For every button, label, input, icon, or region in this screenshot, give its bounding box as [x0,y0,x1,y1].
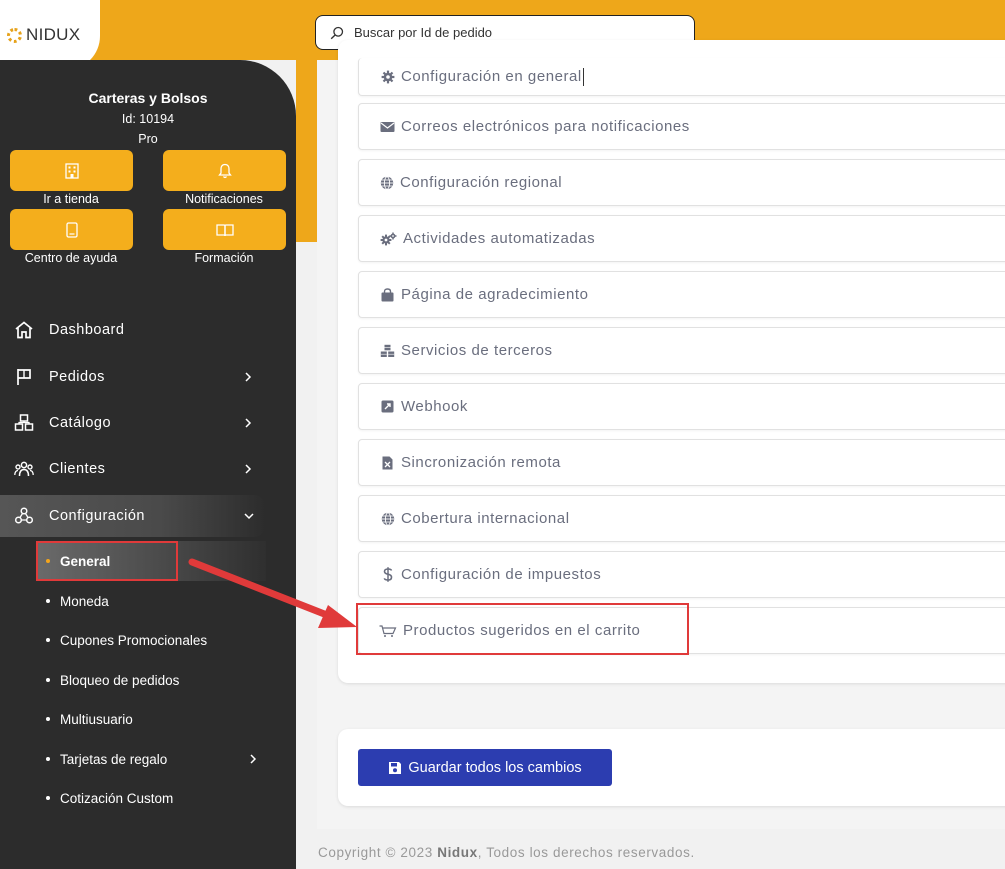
book-icon [215,223,234,236]
submenu-order-blocking-label: Bloqueo de pedidos [60,672,180,688]
annotation-highlight-suggested-products [356,603,689,655]
settings-row-general[interactable]: Configuración en general [358,58,1005,96]
settings-row-general-label: Configuración en general [401,68,582,85]
store-id: Id: 10194 [121,112,175,126]
settings-row-international-coverage-label: Cobertura internacional [401,510,570,527]
submenu-gift-cards-label: Tarjetas de regalo [60,751,168,767]
settings-row-taxes[interactable]: Configuración de impuestos [358,551,1005,598]
boxes-icon [14,414,34,431]
settings-cluster-icon [14,507,34,524]
settings-row-webhook-label: Webhook [401,398,468,415]
nav-configuration-label: Configuración [49,508,145,524]
help-center-label: Centro de ayuda [24,251,118,265]
settings-row-automated-activities-label: Actividades automatizadas [403,230,596,247]
globe-icon [379,175,394,190]
gear-icon [380,69,395,84]
notifications-label: Notificaciones [185,192,263,206]
footer: Copyright © 2023 Nidux, Todos los derech… [318,845,695,860]
submenu-currency[interactable]: Moneda [46,589,109,613]
submenu-coupons-label: Cupones Promocionales [60,632,208,648]
envelope-icon [380,119,395,134]
cubes-icon [380,343,395,358]
settings-row-thank-you-page-label: Página de agradecimiento [401,286,589,303]
settings-row-remote-sync[interactable]: Sincronización remota [358,439,1005,486]
nav-orders-label: Pedidos [49,369,105,385]
settings-row-third-party-services[interactable]: Servicios de terceros [358,327,1005,374]
submenu-order-blocking[interactable]: Bloqueo de pedidos [46,668,179,692]
annotation-highlight-general [36,541,178,581]
globe-icon [380,511,395,526]
submenu-custom-quote[interactable]: Cotización Custom [46,786,173,810]
order-id-search-input[interactable] [354,25,674,40]
nav-dashboard[interactable]: Dashboard [0,309,266,351]
training-button[interactable] [163,209,286,250]
users-icon [14,461,34,477]
nav-dashboard-label: Dashboard [49,322,125,338]
nav-catalog[interactable]: Catálogo [0,402,266,444]
settings-row-thank-you-page[interactable]: Página de agradecimiento [358,271,1005,318]
bullet-dot [46,717,50,721]
submenu-currency-label: Moneda [60,593,109,609]
chevron-right-icon [245,464,252,474]
settings-row-international-coverage[interactable]: Cobertura internacional [358,495,1005,542]
settings-row-webhook[interactable]: Webhook [358,383,1005,430]
store-icon [64,162,79,179]
submenu-gift-cards[interactable]: Tarjetas de regalo [46,747,266,771]
help-center-button[interactable] [10,209,133,250]
tablet-icon [65,221,78,238]
notifications-button[interactable] [163,150,286,191]
submenu-coupons[interactable]: Cupones Promocionales [46,628,207,652]
store-name: Carteras y Bolsos [88,90,208,106]
save-all-changes-button[interactable]: Guardar todos los cambios [358,749,612,786]
nav-customers-label: Clientes [49,461,106,477]
search-icon [330,26,344,39]
external-link-icon [380,399,395,414]
submenu-multiuser[interactable]: Multiusuario [46,707,133,731]
store-plan: Pro [138,132,158,146]
chevron-down-icon [244,513,254,520]
nidux-logo-icon [7,27,22,43]
chevron-right-icon [250,754,257,764]
settings-row-remote-sync-label: Sincronización remota [401,454,561,471]
bullet-dot [46,757,50,761]
settings-row-email-notifications-label: Correos electrónicos para notificaciones [401,118,690,135]
chevron-right-icon [245,372,252,382]
flag-icon [17,369,31,385]
go-to-store-button[interactable] [10,150,133,191]
bullet-dot [46,796,50,800]
excel-file-icon [380,455,395,470]
shopping-bag-icon [380,287,395,302]
gears-icon [380,231,397,246]
settings-row-automated-activities[interactable]: Actividades automatizadas [358,215,1005,262]
submenu-multiuser-label: Multiusuario [60,711,133,727]
floppy-disk-icon [389,761,402,774]
chevron-right-icon [245,418,252,428]
training-label: Formación [194,251,254,265]
go-to-store-label: Ir a tienda [43,192,99,206]
submenu-custom-quote-label: Cotización Custom [60,790,174,806]
settings-row-email-notifications[interactable]: Correos electrónicos para notificaciones [358,103,1005,150]
nav-configuration[interactable]: Configuración [0,495,266,537]
nav-customers[interactable]: Clientes [0,448,266,490]
settings-row-regional-label: Configuración regional [400,174,563,191]
bullet-dot [46,599,50,603]
brand-name: NIDUX [26,25,81,44]
dollar-icon [380,567,395,582]
bullet-dot [46,678,50,682]
bell-icon [217,163,232,178]
settings-row-third-party-services-label: Servicios de terceros [401,342,553,359]
nav-catalog-label: Catálogo [49,415,112,431]
footer-suffix: , Todos los derechos reservados. [477,845,695,860]
nav-orders[interactable]: Pedidos [0,356,266,398]
settings-row-regional[interactable]: Configuración regional [358,159,1005,206]
footer-prefix: Copyright © 2023 [318,845,438,860]
bullet-dot [46,638,50,642]
text-cursor [582,67,584,86]
home-icon [15,321,33,339]
settings-row-taxes-label: Configuración de impuestos [401,566,602,583]
save-all-changes-label: Guardar todos los cambios [408,759,582,776]
footer-brand: Nidux [437,845,478,860]
